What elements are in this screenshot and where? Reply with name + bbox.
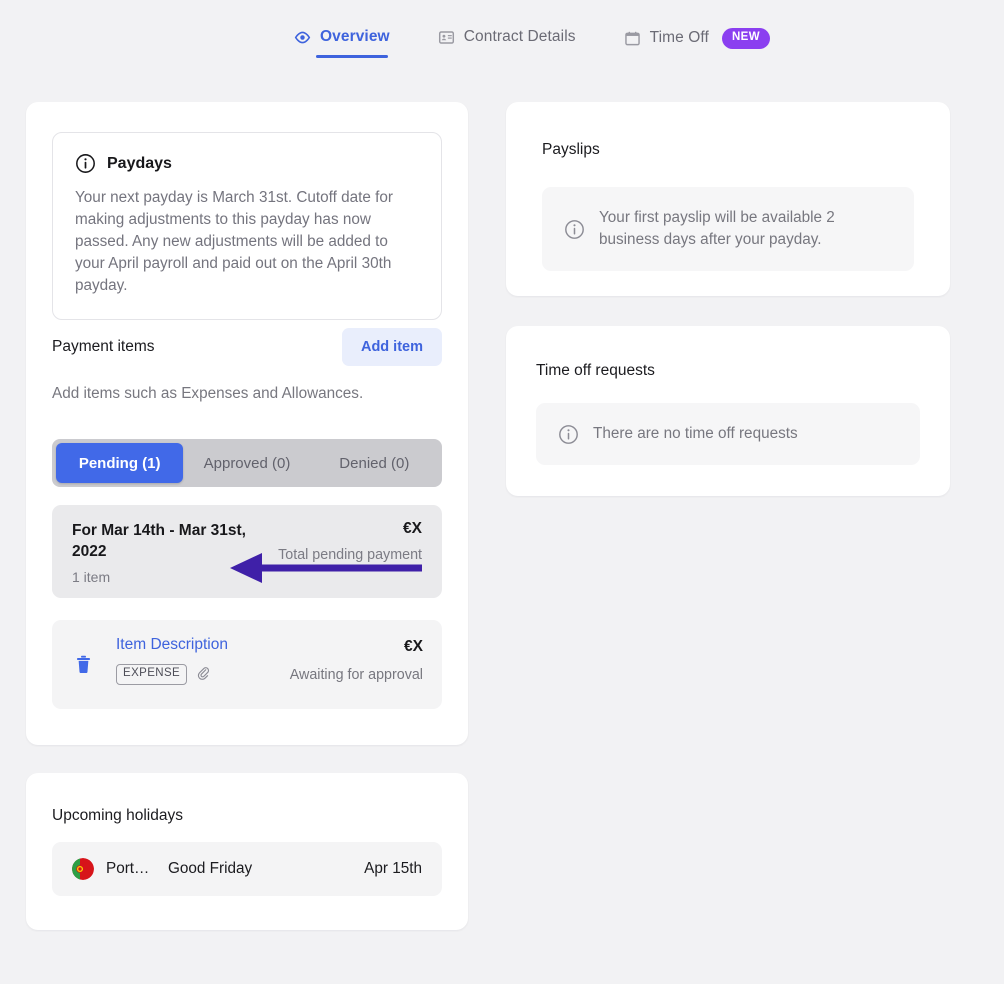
payment-group-item-count: 1 item xyxy=(72,569,111,585)
timeoff-info-text: There are no time off requests xyxy=(593,425,798,442)
payment-group-left: For Mar 14th - Mar 31st, 2022 1 item xyxy=(72,520,282,585)
tab-overview-label: Overview xyxy=(319,28,390,45)
tab-contract-details-label: Contract Details xyxy=(463,28,576,45)
item-description-link[interactable]: Item Description xyxy=(116,636,228,654)
segment-denied[interactable]: Denied (0) xyxy=(311,443,438,483)
holiday-list-item: Port… Good Friday Apr 15th xyxy=(52,842,442,896)
add-item-button[interactable]: Add item xyxy=(341,328,442,366)
payslips-title: Payslips xyxy=(542,141,600,158)
timeoff-info-box: There are no time off requests xyxy=(536,403,920,465)
payment-item-row: Item Description EXPENSE €X Awaiting for… xyxy=(52,620,442,709)
holidays-card: Upcoming holidays Port… Good Friday Apr … xyxy=(26,773,468,930)
paydays-notice-header: Paydays xyxy=(75,153,419,174)
info-circle-icon xyxy=(564,219,585,240)
payment-group-period: For Mar 14th - Mar 31st, 2022 xyxy=(72,522,246,560)
holidays-title: Upcoming holidays xyxy=(52,807,183,824)
payment-items-segmented-tabs: Pending (1) Approved (0) Denied (0) xyxy=(52,439,442,487)
payment-group-right: €X Total pending payment xyxy=(278,520,422,563)
segment-pending[interactable]: Pending (1) xyxy=(56,443,184,483)
payment-group-amount: €X xyxy=(403,520,422,537)
trash-icon[interactable] xyxy=(74,653,94,675)
payment-item-meta: EXPENSE xyxy=(116,664,228,685)
paydays-body-text: Your next payday is March 31st. Cutoff d… xyxy=(75,189,394,294)
payment-item-main: Item Description EXPENSE xyxy=(116,636,228,685)
paydays-title: Paydays xyxy=(107,154,172,172)
holiday-name: Good Friday xyxy=(168,860,253,877)
payment-group-row[interactable]: For Mar 14th - Mar 31st, 2022 1 item €X … xyxy=(52,505,442,598)
paperclip-icon[interactable] xyxy=(196,666,212,682)
payment-items-title: Payment items xyxy=(52,338,155,355)
holiday-country: Port… xyxy=(106,860,150,877)
page-root: Overview Contract Details Time Off NEW P… xyxy=(0,0,1004,984)
payment-items-header: Payment items Add item xyxy=(52,328,442,366)
timeoff-card: Time off requests There are no time off … xyxy=(506,326,950,496)
paydays-notice: Paydays Your next payday is March 31st. … xyxy=(52,132,442,320)
payslips-info-text: Your first payslip will be available 2 b… xyxy=(599,209,835,248)
tab-contract-details[interactable]: Contract Details xyxy=(438,28,576,58)
payment-item-right: €X Awaiting for approval xyxy=(290,638,423,683)
eye-icon xyxy=(294,29,311,46)
payment-items-subtitle: Add items such as Expenses and Allowance… xyxy=(52,385,364,402)
tab-time-off[interactable]: Time Off NEW xyxy=(624,28,770,61)
tab-active-underline xyxy=(315,55,388,58)
timeoff-title: Time off requests xyxy=(536,362,655,379)
expense-tag: EXPENSE xyxy=(116,664,188,685)
payments-card: Paydays Your next payday is March 31st. … xyxy=(26,102,468,745)
payslips-card: Payslips Your first payslip will be avai… xyxy=(506,102,950,296)
info-circle-icon xyxy=(558,424,579,445)
top-tabbar: Overview Contract Details Time Off NEW xyxy=(0,0,1004,76)
tab-time-off-label: Time Off xyxy=(649,29,709,47)
tab-list: Overview Contract Details Time Off NEW xyxy=(294,0,770,61)
tab-overview[interactable]: Overview xyxy=(294,28,390,58)
payslips-info-box: Your first payslip will be available 2 b… xyxy=(542,187,914,271)
segment-approved[interactable]: Approved (0) xyxy=(183,443,310,483)
id-card-icon xyxy=(438,29,455,46)
holiday-date: Apr 15th xyxy=(364,860,422,877)
info-circle-icon xyxy=(75,153,96,174)
portugal-flag-icon xyxy=(72,858,94,880)
calendar-icon xyxy=(624,30,641,47)
payment-item-status: Awaiting for approval xyxy=(289,667,423,683)
payment-group-amount-label: Total pending payment xyxy=(278,547,422,563)
status-badge-new: NEW xyxy=(721,28,770,49)
payment-item-amount: €X xyxy=(404,638,423,655)
